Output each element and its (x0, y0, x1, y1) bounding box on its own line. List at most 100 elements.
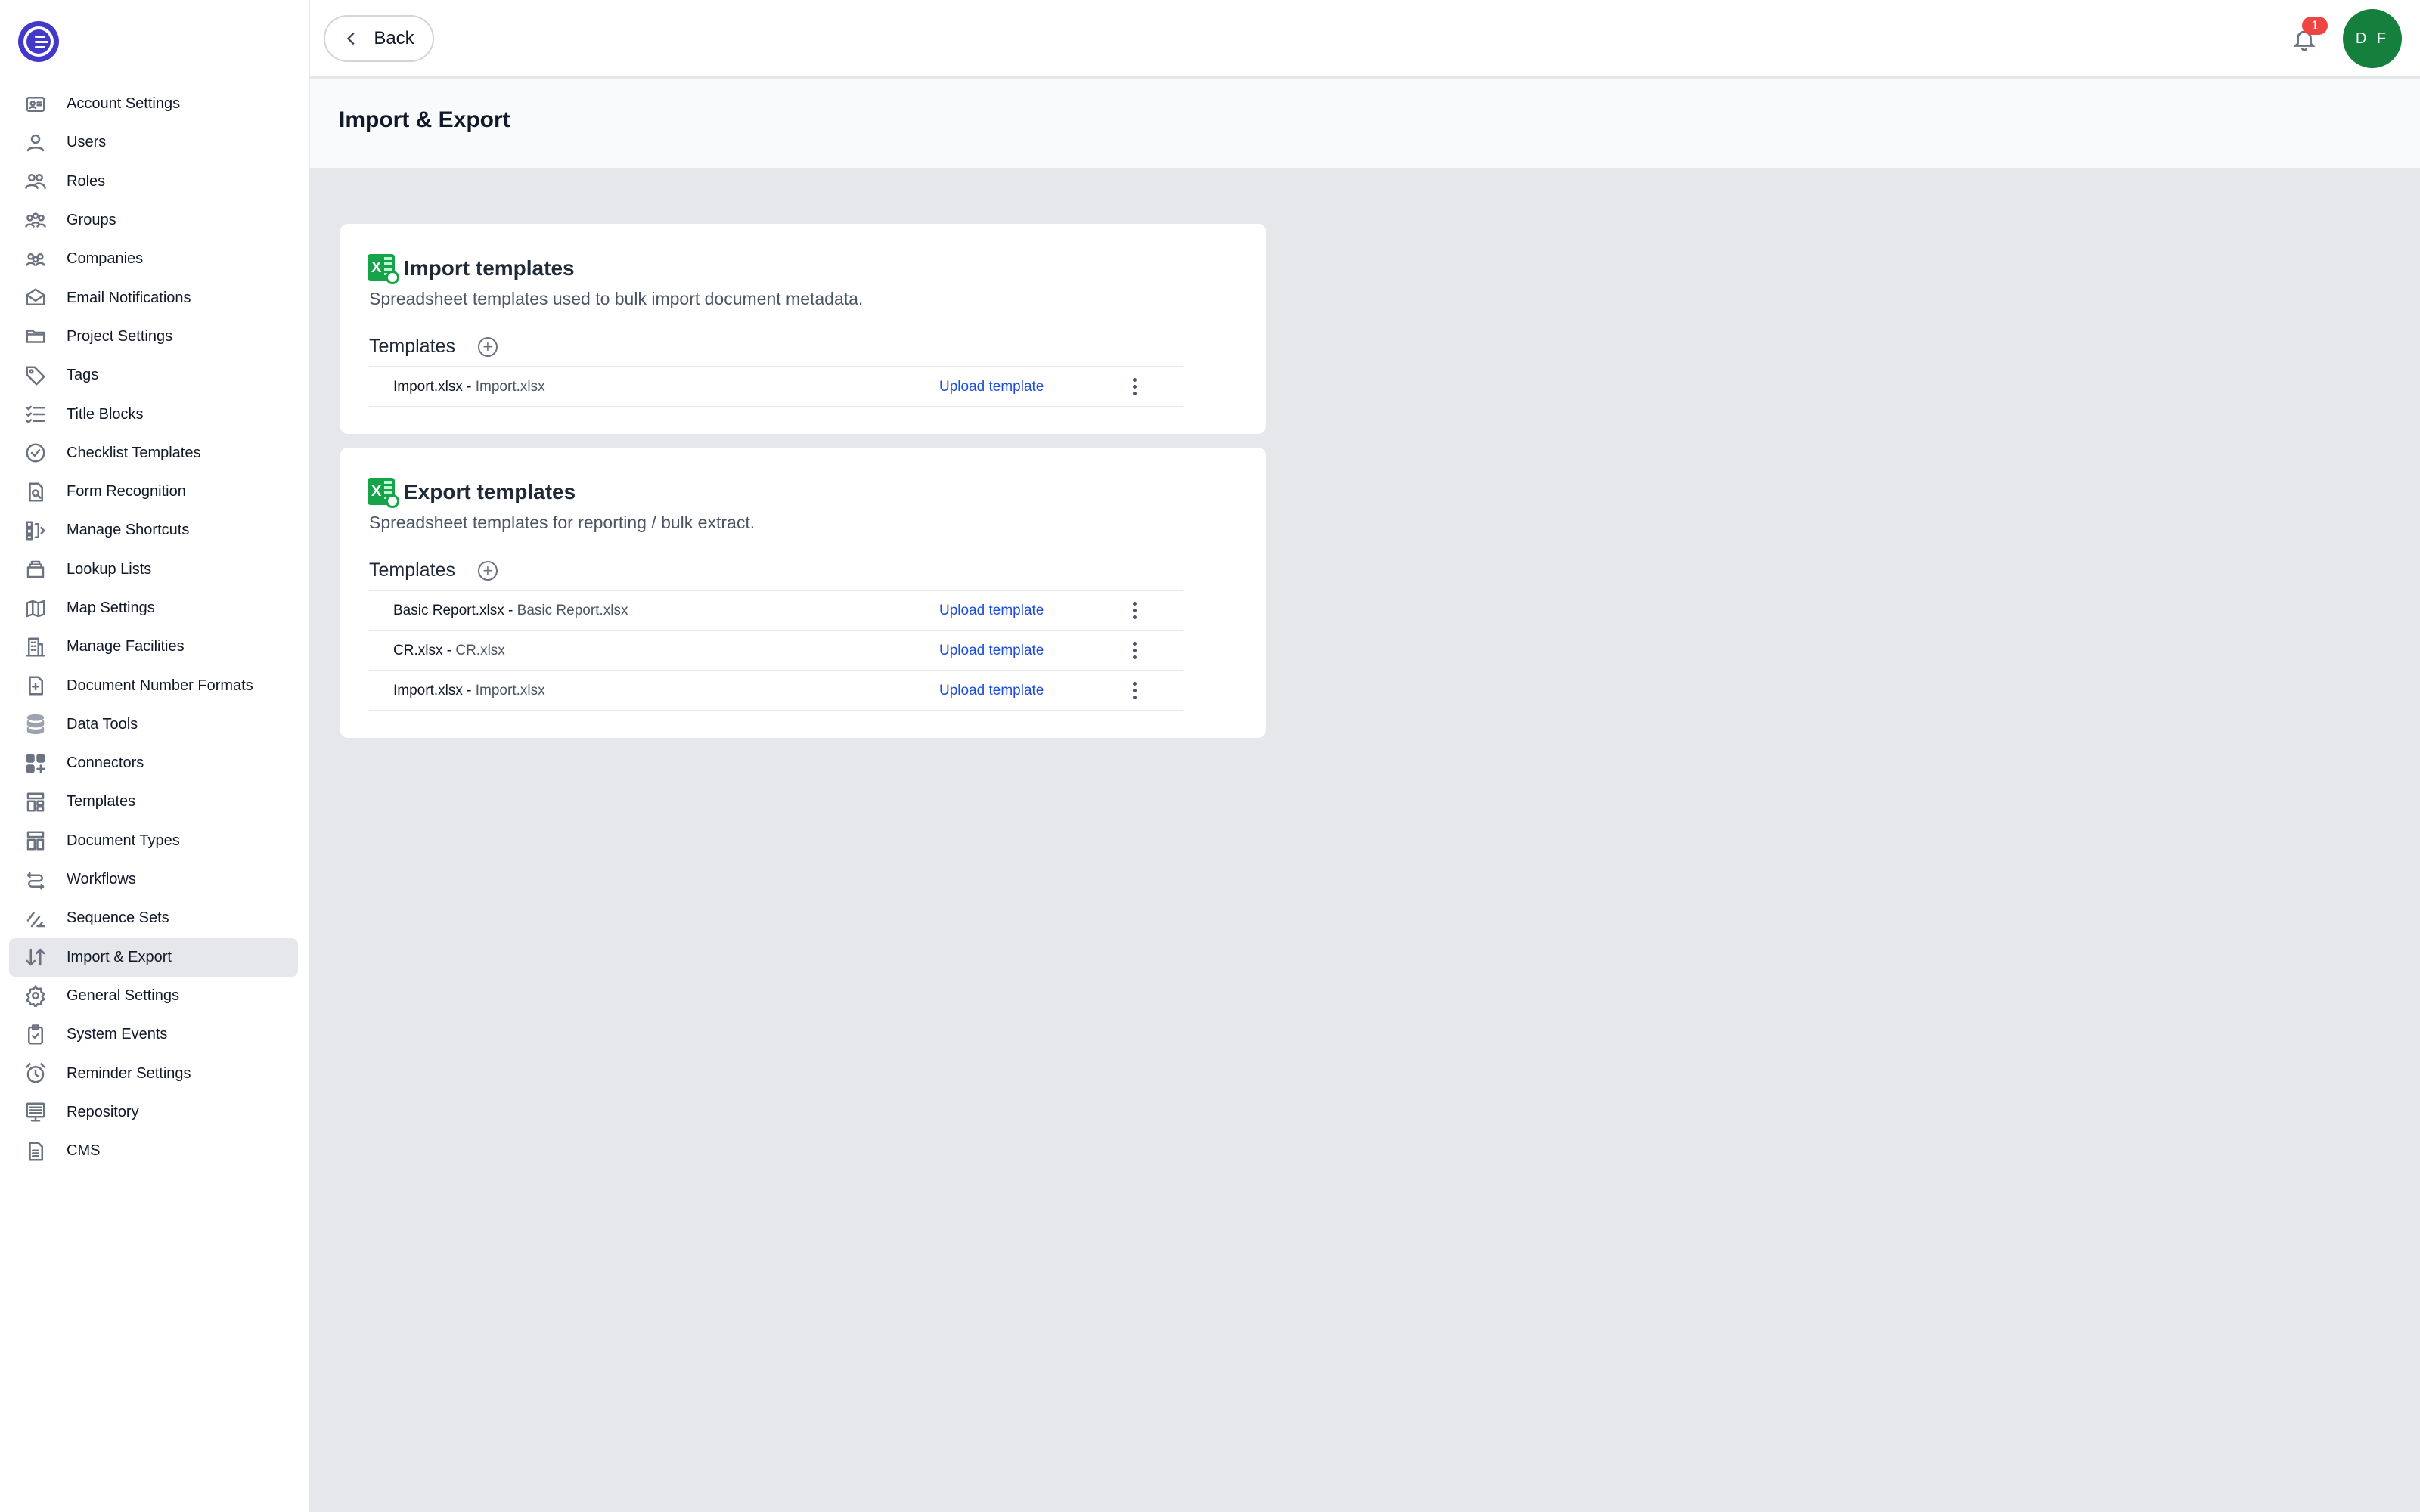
sidebar-item-label: Roles (67, 172, 106, 190)
notification-badge: 1 (2302, 17, 2328, 35)
sidebar-item-label: Workflows (67, 871, 136, 888)
sidebar-item-users[interactable]: Users (9, 123, 298, 162)
sidebar-item-import-export[interactable]: Import & Export (9, 937, 298, 977)
avatar[interactable]: D F (2343, 9, 2402, 68)
arrows-up-down-icon (23, 944, 48, 970)
sidebar-item-label: Tags (67, 367, 99, 384)
sidebar-item-label: CMS (67, 1142, 101, 1160)
sidebar-item-email-notifications[interactable]: Email Notifications (9, 278, 298, 317)
sidebar-item-templates[interactable]: Templates (9, 782, 298, 821)
sidebar-item-label: Form Recognition (67, 483, 186, 500)
sidebar-item-label: Account Settings (67, 95, 181, 113)
sidebar-item-label: Email Notifications (67, 289, 191, 306)
sidebar-item-form-recognition[interactable]: Form Recognition (9, 472, 298, 511)
group-icon (23, 208, 48, 234)
template-name: Basic Report.xlsx - Basic Report.xlsx (393, 602, 628, 618)
sidebar-item-reminder-settings[interactable]: Reminder Settings (9, 1054, 298, 1092)
upload-template-link[interactable]: Upload template (939, 643, 1044, 659)
templates-label: Templates (369, 559, 455, 581)
sidebar-item-label: Templates (67, 793, 136, 810)
more-options-icon[interactable] (1125, 638, 1143, 664)
sidebar-item-roles[interactable]: Roles (9, 163, 298, 201)
more-options-icon[interactable] (1125, 678, 1143, 704)
sidebar-item-label: Document Types (67, 832, 180, 849)
sidebar-item-connectors[interactable]: Connectors (9, 744, 298, 782)
templates-heading: Templates + (369, 336, 498, 358)
card-title: Import templates (404, 256, 575, 280)
sidebar-item-label: Map Settings (67, 600, 155, 616)
back-button[interactable]: Back (324, 15, 434, 62)
sidebar-item-checklist-templates[interactable]: Checklist Templates (9, 434, 298, 472)
document-plus-icon (23, 673, 48, 699)
sidebar-item-project-settings[interactable]: Project Settings (9, 318, 298, 356)
sidebar-item-label: Sequence Sets (67, 909, 169, 927)
document-icon (23, 1139, 48, 1164)
add-template-button[interactable]: + (477, 336, 498, 357)
import-templates-card: X Import templates Spreadsheet templates… (339, 222, 1267, 435)
sidebar-item-system-events[interactable]: System Events (9, 1015, 298, 1054)
workflow-icon (23, 867, 48, 893)
template-name: Import.xlsx - Import.xlsx (393, 682, 545, 699)
upload-template-link[interactable]: Upload template (939, 379, 1044, 395)
app-logo[interactable] (18, 21, 59, 62)
table-row: Basic Report.xlsx - Basic Report.xlsx Up… (369, 591, 1183, 631)
templates-list: Basic Report.xlsx - Basic Report.xlsx Up… (369, 590, 1183, 711)
sidebar-item-general-settings[interactable]: General Settings (9, 977, 298, 1015)
excel-icon: X (368, 254, 399, 284)
roles-icon (23, 169, 48, 194)
sidebar-item-label: Manage Shortcuts (67, 522, 190, 539)
card-header: X Export templates (368, 478, 576, 508)
sidebar-item-cms[interactable]: CMS (9, 1132, 298, 1170)
page-header: Import & Export (310, 79, 2420, 168)
sidebar-item-label: Import & Export (67, 948, 172, 965)
upload-template-link[interactable]: Upload template (939, 683, 1044, 699)
logo-mark-icon (23, 26, 54, 57)
sidebar-item-data-tools[interactable]: Data Tools (9, 705, 298, 744)
alarm-clock-icon (23, 1061, 48, 1086)
plus-icon: + (482, 560, 493, 580)
sidebar-item-label: Manage Facilities (67, 638, 185, 655)
sidebar-item-manage-shortcuts[interactable]: Manage Shortcuts (9, 511, 298, 550)
card-description: Spreadsheet templates for reporting / bu… (369, 513, 755, 532)
sidebar: Account Settings Users Roles Groups Comp… (0, 0, 310, 1512)
sidebar-item-companies[interactable]: Companies (9, 240, 298, 278)
table-row: CR.xlsx - CR.xlsx Upload template (369, 631, 1183, 671)
document-search-icon (23, 479, 48, 505)
card-title: Export templates (404, 480, 576, 503)
sidebar-item-label: Companies (67, 250, 144, 268)
sidebar-item-label: Reminder Settings (67, 1064, 191, 1082)
sidebar-item-title-blocks[interactable]: Title Blocks (9, 395, 298, 433)
sidebar-item-label: General Settings (67, 987, 179, 1004)
id-card-icon (23, 91, 48, 117)
chevron-left-icon (347, 32, 355, 45)
sidebar-item-tags[interactable]: Tags (9, 356, 298, 395)
sidebar-item-label: Lookup Lists (67, 560, 152, 578)
sidebar-item-sequence-sets[interactable]: Sequence Sets (9, 899, 298, 937)
add-template-button[interactable]: + (477, 560, 498, 581)
sidebar-item-lookup-lists[interactable]: Lookup Lists (9, 550, 298, 589)
sidebar-item-document-number-formats[interactable]: Document Number Formats (9, 666, 298, 705)
template-name: Import.xlsx - Import.xlsx (393, 378, 545, 395)
repository-icon (23, 1099, 48, 1125)
sidebar-item-manage-facilities[interactable]: Manage Facilities (9, 627, 298, 666)
sidebar-item-label: Users (67, 134, 107, 151)
checklist-lines-icon (23, 401, 48, 427)
sidebar-item-map-settings[interactable]: Map Settings (9, 589, 298, 627)
more-options-icon[interactable] (1125, 598, 1143, 624)
card-header: X Import templates (368, 254, 575, 284)
template-name: CR.xlsx - CR.xlsx (393, 642, 505, 658)
sidebar-item-groups[interactable]: Groups (9, 201, 298, 240)
layout-alt-icon (23, 828, 48, 854)
templates-list: Import.xlsx - Import.xlsx Upload templat… (369, 366, 1183, 407)
sidebar-item-label: System Events (67, 1026, 168, 1043)
sidebar-item-repository[interactable]: Repository (9, 1093, 298, 1132)
sidebar-item-label: Checklist Templates (67, 444, 201, 461)
sidebar-item-account-settings[interactable]: Account Settings (9, 85, 298, 123)
sidebar-item-document-types[interactable]: Document Types (9, 822, 298, 860)
sidebar-item-workflows[interactable]: Workflows (9, 860, 298, 899)
more-options-icon[interactable] (1125, 374, 1143, 400)
card-description: Spreadsheet templates used to bulk impor… (369, 289, 864, 308)
shortcuts-icon (23, 518, 48, 544)
sidebar-item-label: Data Tools (67, 715, 138, 733)
upload-template-link[interactable]: Upload template (939, 603, 1044, 619)
